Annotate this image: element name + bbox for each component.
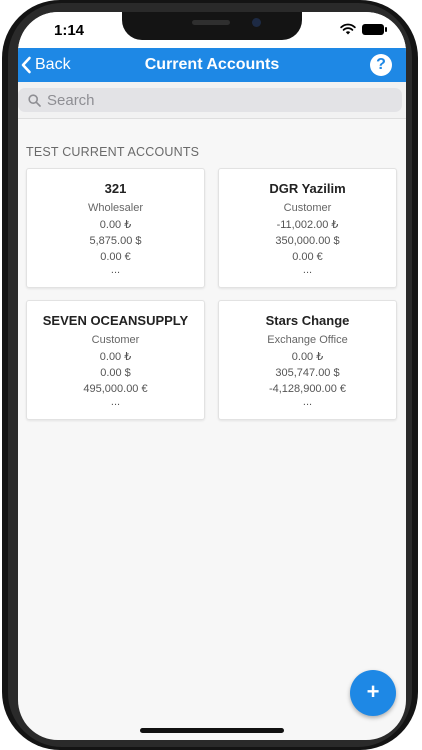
section-title: TEST CURRENT ACCOUNTS [26,145,200,159]
help-icon[interactable]: ? [370,54,392,76]
account-name: SEVEN OCEANSUPPLY [42,313,189,328]
balance-eur: -4,128,900.00 € [268,383,347,395]
balance-try: 0.00 ₺ [99,351,132,363]
balance-try: 0.00 ₺ [291,351,324,363]
balance-eur: 0.00 € [292,251,323,263]
home-indicator [140,728,284,733]
account-type: Wholesaler [87,202,144,214]
notch [122,12,302,40]
account-type: Customer [91,334,140,346]
status-bar: 1:14 [18,12,406,48]
back-label: Back [35,56,71,73]
search-bar [18,82,406,119]
account-name: DGR Yazilim [269,181,346,196]
balance-usd: 350,000.00 $ [275,235,340,247]
more-indicator: ... [110,396,121,408]
app-screen: 1:14 Back Current Accounts ? Search TEST… [18,12,406,740]
chevron-left-icon [21,56,31,74]
more-indicator: ... [110,264,121,276]
balance-try: 0.00 ₺ [99,219,132,231]
balance-try: -11,002.00 ₺ [276,219,339,231]
balance-eur: 0.00 € [100,251,131,263]
more-indicator: ... [302,396,313,408]
account-card[interactable]: DGR Yazilim Customer -11,002.00 ₺ 350,00… [218,168,397,288]
nav-bar: Back Current Accounts ? [18,48,406,82]
balance-usd: 5,875.00 $ [89,235,142,247]
account-card[interactable]: 321 Wholesaler 0.00 ₺ 5,875.00 $ 0.00 € … [26,168,205,288]
account-card[interactable]: SEVEN OCEANSUPPLY Customer 0.00 ₺ 0.00 $… [26,300,205,420]
balance-usd: 0.00 $ [100,367,131,379]
account-name: Stars Change [265,313,350,328]
account-name: 321 [104,181,127,196]
battery-icon [362,23,387,35]
balance-eur: 495,000.00 € [83,383,148,395]
status-icons [340,23,387,35]
account-card[interactable]: Stars Change Exchange Office 0.00 ₺ 305,… [218,300,397,420]
search-input[interactable] [47,91,367,109]
account-type: Customer [283,202,332,214]
page-title: Current Accounts [144,56,280,73]
search-box[interactable] [18,88,402,112]
back-button[interactable]: Back [20,48,71,82]
search-icon [28,93,41,107]
add-account-button[interactable]: + [350,670,396,716]
camera [252,18,261,27]
wifi-icon [340,23,356,35]
balance-usd: 305,747.00 $ [275,367,340,379]
status-time: 1:14 [54,22,85,39]
speaker [192,20,230,25]
more-indicator: ... [302,264,313,276]
account-type: Exchange Office [267,334,348,346]
